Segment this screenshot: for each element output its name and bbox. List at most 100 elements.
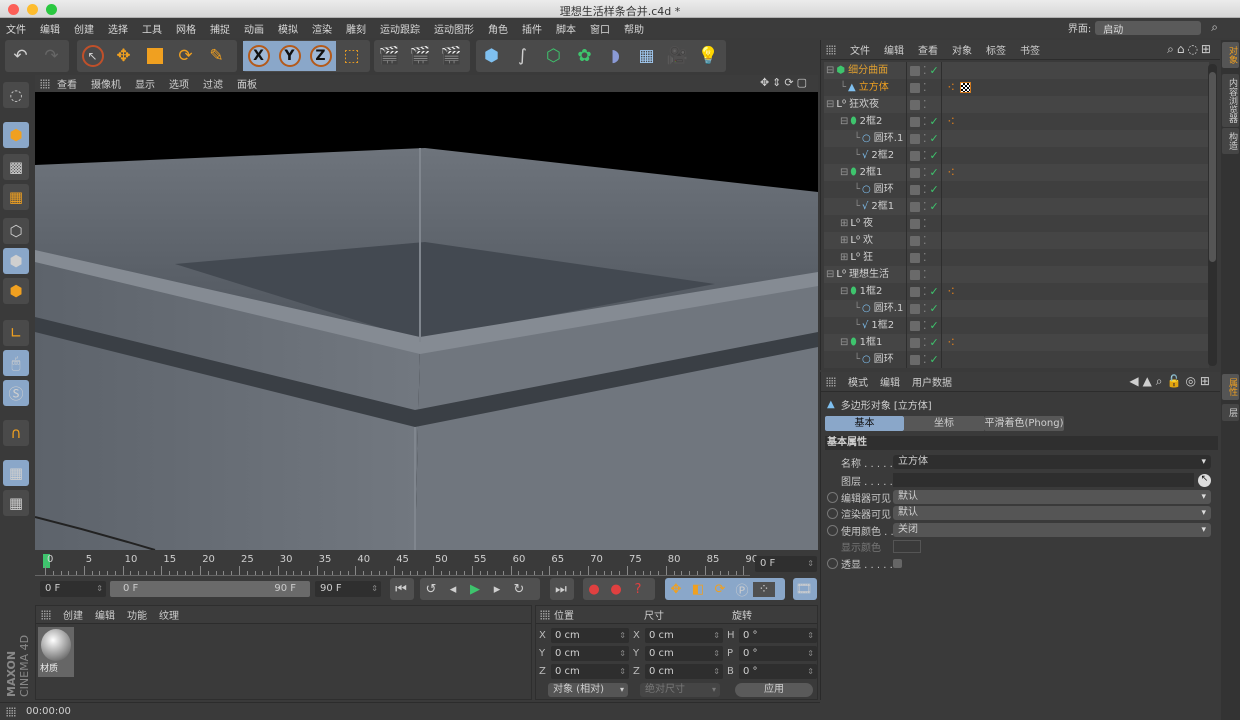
workplane-mode-icon[interactable]: ▦ [3,184,29,210]
object-name-cell[interactable]: ⊞ L⁰ 夜 [824,215,906,232]
object-name-cell[interactable]: └ ○ 圆环 [824,181,906,198]
key-scale-icon[interactable]: ◧ [687,582,709,597]
spinner-icon[interactable]: ⇕ [619,664,626,679]
enabled-check-icon[interactable]: ✓ [930,336,939,349]
spinner-icon[interactable]: ⇕ [619,628,626,643]
autokey-icon[interactable]: ● [605,582,627,597]
x-axis-lock-icon[interactable]: X [243,41,274,71]
enabled-check-icon[interactable]: ✓ [930,166,939,179]
viewport-menu-item[interactable]: 摄像机 [91,76,121,91]
tweak-mode-icon[interactable]: 🖱 [3,350,29,376]
position-field[interactable]: 0 cm ⇕ [551,628,629,643]
axis-mode-icon[interactable]: ∟ [3,320,29,346]
phong-tag-icon[interactable]: ⁖ [947,335,955,351]
visibility-dots-icon[interactable]: ⁚ [923,200,927,213]
object-menu-item[interactable]: 编辑 [884,42,904,57]
frame-range-slider[interactable]: 0 F 90 F [110,581,310,597]
coordinate-system-icon[interactable]: ⬚ [336,41,367,71]
menu-item[interactable]: 网格 [176,21,196,36]
side-tab-attributes[interactable]: 属性 [1222,374,1239,400]
lock-workplane-icon[interactable]: ▦ [3,460,29,486]
object-row[interactable]: ⊟ ⬢ 细分曲面 ⁚ ✓ [824,62,1209,79]
enabled-check-icon[interactable]: ✓ [930,64,939,77]
object-name-cell[interactable]: ⊟ ⬢ 细分曲面 [824,62,906,79]
enabled-check-icon[interactable]: ✓ [930,200,939,213]
enabled-check-icon[interactable]: ✓ [930,353,939,366]
texture-tag-icon[interactable] [960,82,972,93]
layer-picker-icon[interactable]: ↖ [1198,473,1211,487]
3d-viewport[interactable] [35,92,818,550]
enabled-check-icon[interactable]: ✓ [930,149,939,162]
object-row[interactable]: └ ○ 圆环.1 ⁚ ✓ [824,130,1209,147]
cloner-icon[interactable]: ✿ [569,41,600,71]
visibility-dots-icon[interactable]: ⁚ [923,302,927,315]
object-row[interactable]: ⊟ ⬮ 2框2 ⁚ ✓ ⁖ [824,113,1209,130]
end-frame-field[interactable]: 90 F ⇕ [315,581,381,597]
y-axis-lock-icon[interactable]: Y [274,41,305,71]
coordinate-mode-dropdown[interactable]: 对象 (相对) ▾ [548,683,628,697]
object-name-cell[interactable]: └ ○ 圆环 [824,351,906,368]
previous-keyframe-icon[interactable]: ↺ [420,582,442,597]
viewport-menu-item[interactable]: 过滤 [203,76,223,91]
render-visible-animate-radio[interactable] [827,507,838,519]
position-field[interactable]: 0 cm ⇕ [551,664,629,679]
material-menu-item[interactable]: 纹理 [159,607,179,622]
rotation-field[interactable]: 0 ° ⇕ [739,628,817,643]
timeline-window-icon[interactable]: 🎞 [793,582,815,597]
viewport-navigation-icons[interactable]: ✥⇕⟳▢ [760,76,810,89]
use-color-animate-radio[interactable] [827,524,838,536]
render-visible-dropdown[interactable]: 默认 [893,506,1211,520]
light-icon[interactable]: 💡 [693,41,724,71]
menu-item[interactable]: 窗口 [590,21,610,36]
side-tab-objects[interactable]: 对象 [1222,42,1239,68]
object-name-cell[interactable]: ⊞ L⁰ 狂 [824,249,906,266]
cube-object-icon[interactable]: ⬢ [476,41,507,71]
layer-toggle[interactable] [910,252,920,263]
menu-item[interactable]: 运动图形 [434,21,474,36]
material-menu-item[interactable]: 创建 [63,607,83,622]
render-view-icon[interactable]: 🎬 [374,41,405,71]
z-axis-lock-icon[interactable]: Z [305,41,336,71]
visibility-dots-icon[interactable]: ⁚ [923,149,927,162]
live-selection-icon[interactable]: ✎ [201,41,232,71]
object-row[interactable]: ⊟ L⁰ 理想生活 ⁚ [824,266,1209,283]
layer-toggle[interactable] [910,235,920,246]
object-row[interactable]: ⊟ ⬮ 1框1 ⁚ ✓ ⁖ [824,334,1209,351]
visibility-dots-icon[interactable]: ⁚ [923,217,927,230]
keyframe-selection-icon[interactable]: ? [627,582,649,597]
render-to-picture-viewer-icon[interactable]: 🎬 [405,41,436,71]
key-position-icon[interactable]: ✥ [665,582,687,597]
visibility-dots-icon[interactable]: ⁚ [923,64,927,77]
editor-visible-dropdown[interactable]: 默认 [893,490,1211,504]
current-frame-field[interactable]: 0 F ⇕ [755,556,817,572]
menu-item[interactable]: 工具 [142,21,162,36]
object-row[interactable]: ⊞ L⁰ 欢 ⁚ [824,232,1209,249]
collapse-icon[interactable]: ⊟ [840,286,848,297]
layer-toggle[interactable] [910,184,920,195]
size-field[interactable]: 0 cm ⇕ [645,664,723,679]
menu-item[interactable]: 捕捉 [210,21,230,36]
rotation-field[interactable]: 0 ° ⇕ [739,646,817,661]
enabled-check-icon[interactable]: ✓ [930,132,939,145]
visibility-dots-icon[interactable]: ⁚ [923,251,927,264]
size-field[interactable]: 0 cm ⇕ [645,646,723,661]
enabled-check-icon[interactable]: ✓ [930,319,939,332]
layer-toggle[interactable] [910,218,920,229]
viewport-menu-item[interactable]: 面板 [237,76,257,91]
search-icon[interactable]: ⌕ [1211,20,1218,35]
spinner-icon[interactable]: ⇕ [619,646,626,661]
key-parameter-icon[interactable]: Ⓟ [731,580,753,599]
object-row[interactable]: ⊞ L⁰ 狂 ⁚ [824,249,1209,266]
spline-pen-icon[interactable]: ∫ [507,41,538,71]
spinner-icon[interactable]: ⇕ [713,628,720,643]
layer-toggle[interactable] [910,65,920,76]
object-tree[interactable]: ⊟ ⬢ 细分曲面 ⁚ ✓ └ ▲ 立方体 ⁚ ⁖ ⊟ L⁰ 狂欢夜 ⁚ ⊟ ⬮ 2框2 ⁚ ✓ ⁖ └ ○ 圆环.1 ⁚ ✓ └ √… [824,62,1209,368]
menu-item[interactable]: 模拟 [278,21,298,36]
subdivision-surface-icon[interactable]: ⬡ [538,41,569,71]
side-tab-layers[interactable]: 层 [1222,404,1239,421]
position-field[interactable]: 0 cm ⇕ [551,646,629,661]
material-menu-item[interactable]: 编辑 [95,607,115,622]
object-row[interactable]: ⊞ L⁰ 夜 ⁚ [824,215,1209,232]
xray-animate-radio[interactable] [827,557,838,569]
scale-tool-icon[interactable] [139,41,170,71]
